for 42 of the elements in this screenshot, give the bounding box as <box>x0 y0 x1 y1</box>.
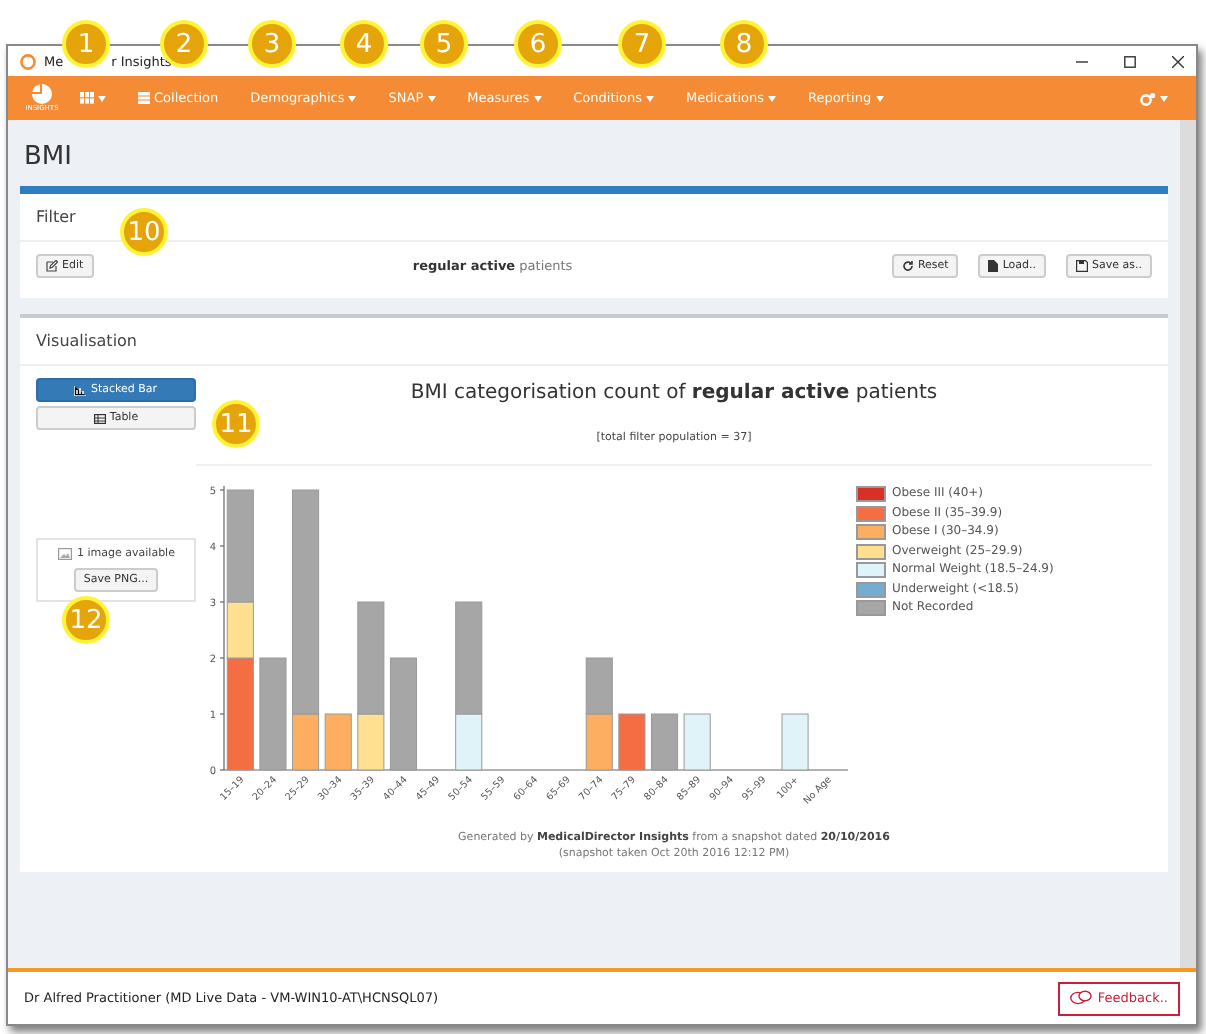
callout-number: 1 <box>62 20 110 68</box>
bar-segment <box>585 713 613 771</box>
caret-icon <box>348 95 357 101</box>
caret-icon <box>427 95 436 101</box>
callout-number: 6 <box>514 20 562 68</box>
grid-icon <box>80 92 94 104</box>
caret-icon <box>767 95 776 101</box>
file-icon <box>988 260 999 272</box>
bar-segment <box>781 713 809 771</box>
table-icon <box>138 92 150 104</box>
edit-icon <box>46 260 58 272</box>
bar-segment <box>259 657 287 771</box>
app-logo-icon <box>20 53 36 69</box>
image-icon <box>57 548 72 560</box>
close-icon[interactable] <box>1172 55 1184 67</box>
caret-icon <box>533 95 542 101</box>
bar-segment <box>585 657 613 715</box>
chart-title: BMI categorisation count of regular active patients <box>410 382 938 404</box>
panel-title: Visualisation <box>20 318 1168 366</box>
bar-segment <box>324 713 352 771</box>
scrollbar[interactable] <box>1180 120 1196 968</box>
callout-number: 5 <box>420 20 468 68</box>
caret-icon <box>98 95 106 101</box>
minimize-icon[interactable] <box>1076 55 1088 67</box>
caret-icon <box>1160 95 1168 101</box>
caret-icon <box>875 95 884 101</box>
bar-segment <box>618 713 646 771</box>
bar-segment <box>683 713 711 771</box>
caret-icon <box>646 95 655 101</box>
callout-number: 8 <box>720 20 768 68</box>
table-icon <box>93 413 106 423</box>
save-icon <box>1076 260 1089 272</box>
maximize-icon[interactable] <box>1124 55 1136 67</box>
pie-chart-icon[interactable] <box>32 84 52 104</box>
bar-chart-icon <box>74 385 87 395</box>
callout-number: 7 <box>618 20 666 68</box>
bar-segment <box>650 713 679 771</box>
refresh-icon <box>901 260 914 272</box>
callout-number: 4 <box>340 20 388 68</box>
callout-number: 3 <box>248 20 296 68</box>
chat-icon <box>1069 989 1092 1007</box>
bar-segment <box>389 657 418 771</box>
